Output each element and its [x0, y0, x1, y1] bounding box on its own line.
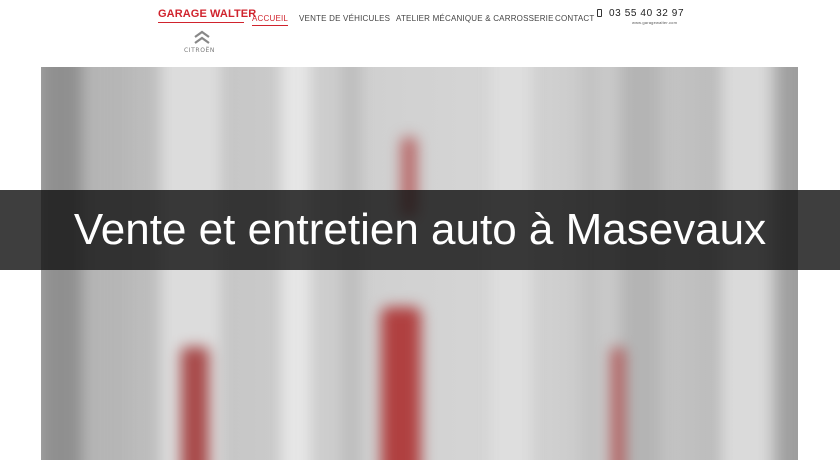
nav-item-label: CONTACT: [555, 14, 595, 23]
citroen-chevrons-icon: [194, 30, 210, 44]
phone-icon: [597, 9, 602, 17]
partner-logo-text: CITROËN: [184, 47, 215, 54]
brand-logo-link[interactable]: GARAGE WALTER CITROËN: [158, 8, 256, 56]
brand-name: GARAGE WALTER: [158, 8, 257, 20]
nav-item-atelier[interactable]: ATELIER MÉCANIQUE & CARROSSERIE: [396, 14, 554, 23]
hero-title-banner: Vente et entretien auto à Masevaux: [0, 190, 840, 270]
nav-item-label: ATELIER MÉCANIQUE & CARROSSERIE: [396, 14, 554, 23]
nav-item-label: ACCUEIL: [252, 14, 289, 23]
active-indicator: [252, 25, 289, 26]
nav-item-accueil[interactable]: ACCUEIL: [252, 14, 289, 26]
nav-item-vente[interactable]: VENTE DE VÉHICULES: [299, 14, 390, 23]
website-url: www.garagewalter.com: [632, 20, 678, 25]
phone-number: 03 55 40 32 97: [609, 8, 685, 19]
nav-item-contact[interactable]: CONTACT: [555, 14, 594, 23]
site-header: GARAGE WALTER CITROËN ACCUEIL VENTE DE V…: [0, 0, 840, 66]
hero-title: Vente et entretien auto à Masevaux: [73, 205, 767, 254]
brand-underline: [158, 22, 244, 23]
nav-item-label: VENTE DE VÉHICULES: [299, 14, 391, 23]
